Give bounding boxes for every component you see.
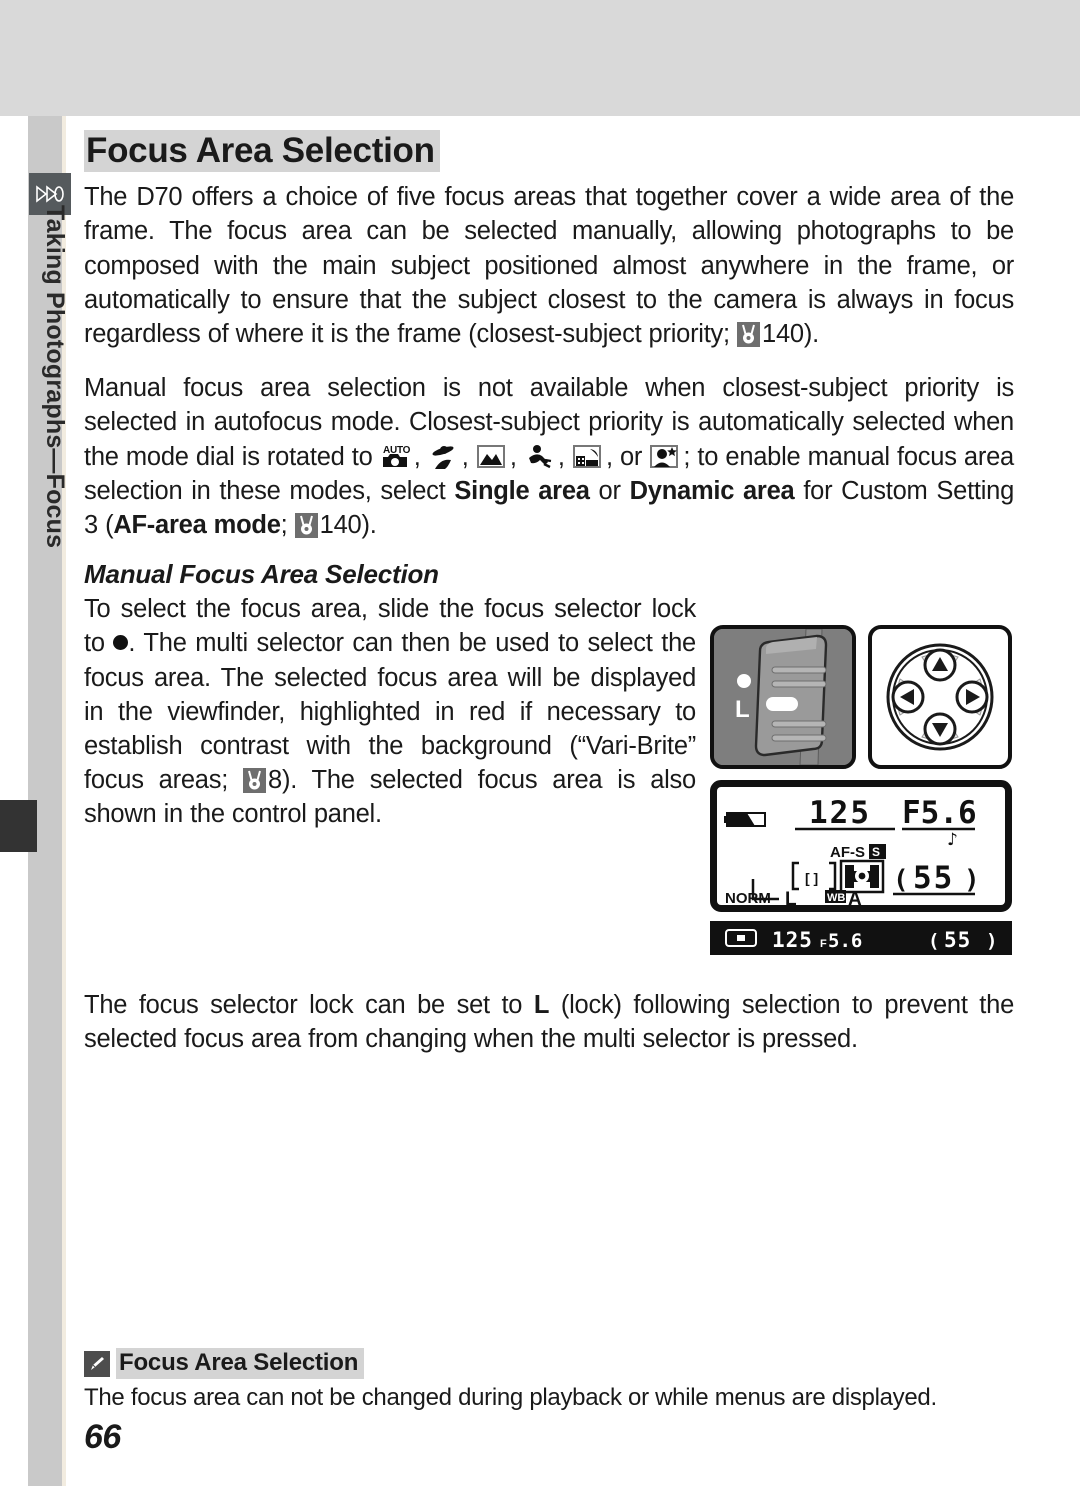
note-box: Focus Area Selection The focus area can … (84, 1348, 1014, 1414)
svg-text:(: ( (928, 930, 939, 952)
svg-text:F5.6: F5.6 (902, 795, 977, 831)
portrait-mode-icon (428, 442, 462, 470)
left-text-column: To select the focus area, slide the focu… (84, 592, 696, 831)
reference-mark-icon (737, 322, 761, 347)
battery-icon (724, 812, 766, 827)
conjunction-or: or (598, 476, 621, 505)
svg-text:S: S (872, 845, 880, 859)
single-area-term: Single area (454, 476, 590, 505)
subsection-heading: Manual Focus Area Selection (84, 559, 439, 590)
multi-selector-figure (868, 625, 1012, 769)
svg-text:55: 55 (913, 860, 954, 896)
reference-mark-icon (243, 768, 267, 794)
lock-letter: L (533, 991, 550, 1019)
svg-text:5.6: 5.6 (828, 930, 862, 952)
closing-paragraph-block: The focus selector lock can be set to L … (84, 988, 1014, 1056)
manual-selection-paragraph: To select the focus area, slide the focu… (84, 592, 696, 831)
svg-text:L: L (785, 889, 797, 905)
modes-paragraph: Manual focus area selection is not avail… (84, 374, 1015, 540)
svg-text:F: F (820, 938, 827, 950)
svg-text:55: 55 (944, 928, 971, 952)
dynamic-area-term: Dynamic area (629, 476, 795, 505)
svg-text:A: A (848, 889, 862, 905)
note-header: Focus Area Selection (84, 1348, 1014, 1379)
dot-glyph-icon (113, 635, 129, 651)
page-number: 66 (84, 1418, 121, 1456)
intro-text: The D70 offers a choice of five focus ar… (84, 183, 1014, 348)
landscape-mode-icon (476, 442, 510, 470)
sports-mode-icon (524, 442, 558, 470)
night-portrait-mode-icon (649, 442, 683, 470)
pencil-icon (84, 1350, 110, 1377)
closing-text-a: The focus selector lock can be set to (84, 991, 523, 1019)
intro-page-ref: 140). (762, 320, 819, 348)
svg-text:AF-S: AF-S (830, 844, 865, 861)
svg-text:WB: WB (827, 892, 845, 904)
svg-text:L: L (735, 696, 750, 723)
intro-paragraph: The D70 offers a choice of five focus ar… (84, 180, 1014, 351)
night-landscape-mode-icon (572, 442, 606, 470)
modes-page-ref: 140). (319, 511, 377, 540)
chapter-label: Taking Photographs—Focus (41, 205, 69, 549)
page-title: Focus Area Selection (84, 130, 440, 173)
auto-mode-icon: AUTO (380, 442, 414, 470)
svg-text:125: 125 (809, 795, 871, 831)
svg-text:♪: ♪ (947, 830, 958, 850)
svg-text:): ) (964, 865, 980, 895)
svg-text:(: ( (893, 865, 909, 895)
focus-selector-lock-figure: L (710, 625, 856, 769)
note-title: Focus Area Selection (116, 1348, 365, 1379)
svg-text:): ) (986, 930, 997, 952)
viewfinder-display-figure: 125 F 5.6 ( 55 ) (710, 921, 1012, 955)
note-body: The focus area can not be changed during… (84, 1384, 937, 1411)
svg-text:[ ]: [ ] (805, 870, 818, 886)
modes-text-b: , or (605, 442, 643, 471)
top-header-band (0, 0, 1080, 116)
figure-group: L 125 F5.6 ♪ AF-S S [] (55) NORM L WB… (710, 625, 1016, 955)
closing-paragraph: The focus selector lock can be set to L … (84, 988, 1014, 1056)
svg-text:NORM: NORM (725, 890, 771, 905)
modes-text-e: ; (280, 511, 288, 540)
chapter-thumb-tab (0, 800, 37, 852)
af-area-mode-term: AF-area mode (113, 511, 281, 540)
control-panel-lcd-figure: 125 F5.6 ♪ AF-S S [ ] ( 55 ) NORM L WB A (710, 780, 1012, 912)
svg-text:125: 125 (772, 928, 813, 952)
reference-mark-icon (294, 513, 318, 539)
